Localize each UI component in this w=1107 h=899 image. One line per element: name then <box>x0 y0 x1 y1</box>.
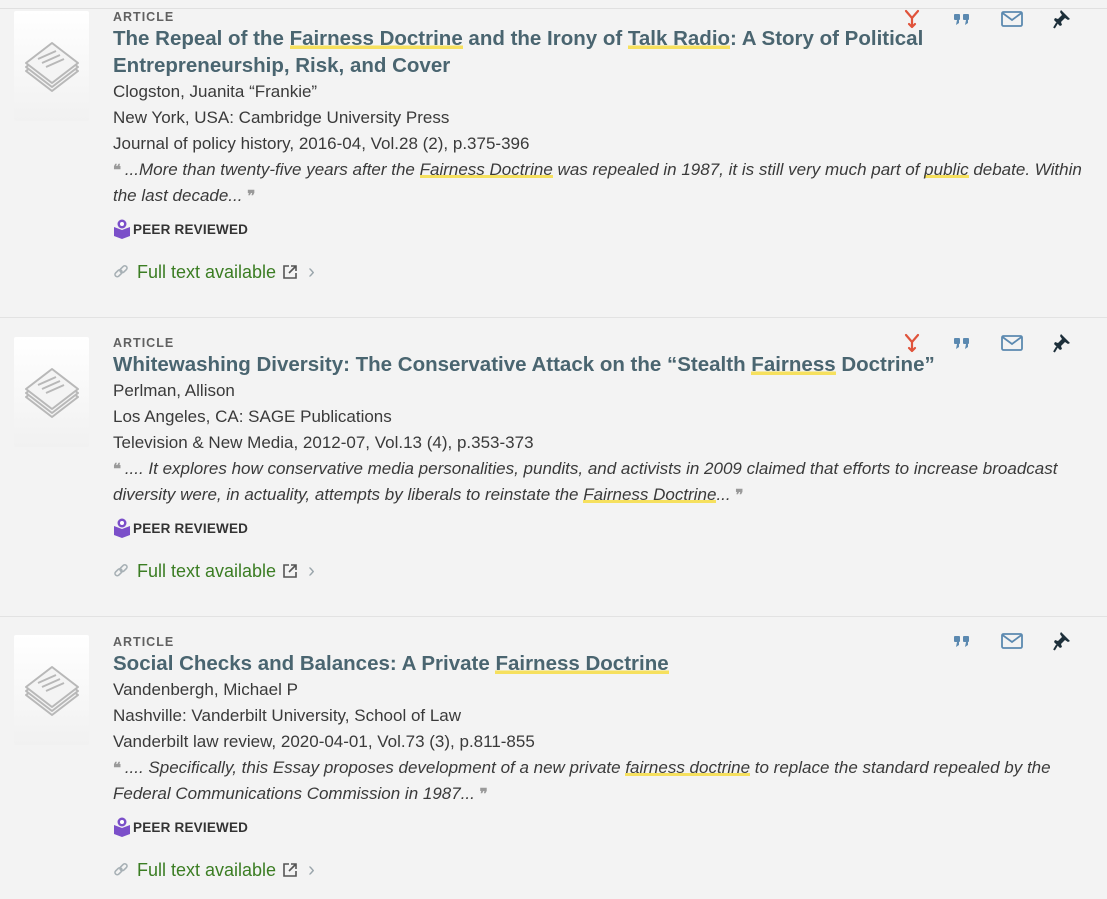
open-quote-icon: ❝ <box>113 759 121 777</box>
peer-reviewed-badge: PEER REVIEWED <box>113 518 1087 538</box>
author: Clogston, Juanita “Frankie” <box>113 82 318 101</box>
external-link-icon <box>283 265 297 279</box>
peer-reviewed-icon <box>114 518 130 538</box>
document-thumbnail[interactable] <box>14 337 89 447</box>
publisher: Los Angeles, CA: SAGE Publications <box>113 407 392 426</box>
resource-type: ARTICLE <box>113 336 175 350</box>
full-text-link[interactable]: Full text available › <box>113 560 1087 582</box>
chevron-right-icon: › <box>308 560 315 582</box>
publisher: Nashville: Vanderbilt University, School… <box>113 706 462 725</box>
document-thumbnail[interactable] <box>14 635 89 745</box>
chevron-right-icon: › <box>308 261 315 283</box>
result-title-link[interactable]: Social Checks and Balances: A Private Fa… <box>113 650 1087 677</box>
external-link-icon <box>283 564 297 578</box>
snippet: ❝ ...More than twenty-five years after t… <box>113 160 1082 205</box>
result-item: ARTICLE The Repeal of the Fairness Doctr… <box>0 9 1107 318</box>
full-text-link[interactable]: Full text available › <box>113 261 1087 283</box>
author: Perlman, Allison <box>113 381 235 400</box>
close-quote-icon: ❞ <box>247 187 255 205</box>
resource-type: ARTICLE <box>113 10 175 24</box>
document-thumbnail[interactable] <box>14 11 89 121</box>
snippet: ❝ .... It explores how conservative medi… <box>113 459 1058 504</box>
peer-reviewed-badge: PEER REVIEWED <box>113 817 1087 837</box>
open-quote-icon: ❝ <box>113 460 121 478</box>
result-item: ARTICLE Whitewashing Diversity: The Cons… <box>0 318 1107 617</box>
source-citation: Vanderbilt law review, 2020-04-01, Vol.7… <box>113 732 535 751</box>
link-icon <box>114 264 128 278</box>
author: Vandenbergh, Michael P <box>113 680 298 699</box>
publisher: New York, USA: Cambridge University Pres… <box>113 108 450 127</box>
snippet: ❝ .... Specifically, this Essay proposes… <box>113 758 1051 803</box>
resource-type: ARTICLE <box>113 635 175 649</box>
full-text-link[interactable]: Full text available › <box>113 859 1087 881</box>
source-citation: Television & New Media, 2012-07, Vol.13 … <box>113 433 534 452</box>
close-quote-icon: ❞ <box>735 486 743 504</box>
article-icon <box>25 666 79 716</box>
external-link-icon <box>283 863 297 877</box>
top-divider <box>0 0 1107 9</box>
peer-reviewed-icon <box>114 219 130 239</box>
chevron-right-icon: › <box>308 859 315 881</box>
close-quote-icon: ❞ <box>479 785 488 803</box>
result-item: ARTICLE Social Checks and Balances: A Pr… <box>0 617 1107 899</box>
link-icon <box>114 862 128 876</box>
link-icon <box>114 563 128 577</box>
peer-reviewed-badge: PEER REVIEWED <box>113 219 1087 239</box>
open-quote-icon: ❝ <box>113 161 121 179</box>
peer-reviewed-icon <box>114 817 130 837</box>
result-title-link[interactable]: Whitewashing Diversity: The Conservative… <box>113 351 1087 378</box>
article-icon <box>25 368 79 418</box>
result-title-link[interactable]: The Repeal of the Fairness Doctrine and … <box>113 25 1087 79</box>
article-icon <box>25 42 79 92</box>
source-citation: Journal of policy history, 2016-04, Vol.… <box>113 134 530 153</box>
